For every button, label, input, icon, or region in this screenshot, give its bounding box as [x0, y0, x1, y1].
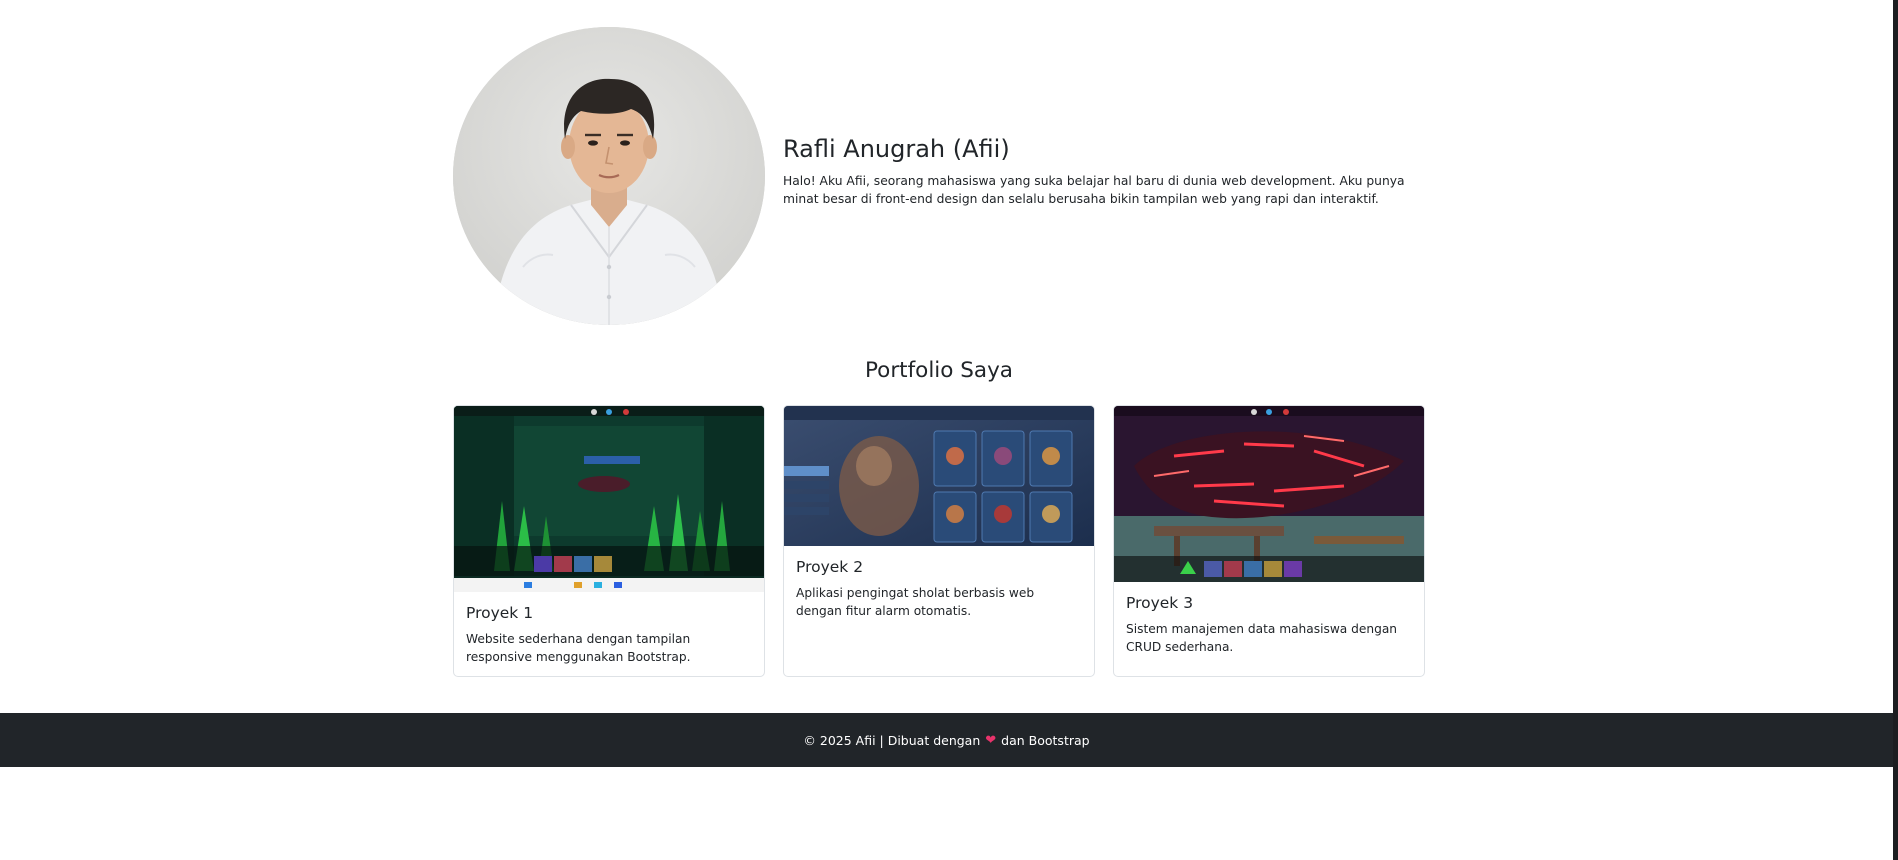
project-1-image — [454, 406, 764, 592]
card-body: Proyek 2 Aplikasi pengingat sholat berba… — [784, 546, 1094, 632]
card-title: Proyek 2 — [796, 558, 864, 576]
portfolio-title: Portfolio Saya — [864, 358, 1013, 383]
project-3-image — [1114, 406, 1424, 582]
footer: © 2025 Afii | Dibuat dengan ❤ dan Bootst… — [0, 713, 1893, 767]
profile-bio: Halo! Aku Afii, seorang mahasiswa yang s… — [783, 173, 1405, 206]
card-title: Proyek 3 — [1126, 594, 1194, 612]
profile-section: Rafli Anugrah (Afii) Halo! Aku Afii, seo… — [453, 27, 1425, 325]
card-body: Proyek 3 Sistem manajemen data mahasiswa… — [1114, 582, 1424, 668]
avatar — [453, 27, 765, 325]
project-card-3: Proyek 3 Sistem manajemen data mahasiswa… — [1113, 405, 1425, 677]
card-title: Proyek 1 — [466, 604, 534, 622]
card-text: Website sederhana dengan tampilan respon… — [466, 632, 691, 664]
card-body: Proyek 1 Website sederhana dengan tampil… — [454, 592, 764, 676]
profile-text: Rafli Anugrah (Afii) Halo! Aku Afii, seo… — [783, 135, 1423, 208]
heart-icon: ❤ — [985, 732, 997, 748]
profile-name: Rafli Anugrah (Afii) — [783, 135, 1010, 163]
footer-prefix: © 2025 Afii | Dibuat dengan — [803, 732, 981, 748]
card-text: Aplikasi pengingat sholat berbasis web d… — [796, 586, 1035, 618]
scrollbar[interactable] — [1893, 0, 1898, 860]
project-card-1: Proyek 1 Website sederhana dengan tampil… — [453, 405, 765, 677]
page: Rafli Anugrah (Afii) Halo! Aku Afii, seo… — [0, 0, 1898, 860]
project-card-2: Proyek 2 Aplikasi pengingat sholat berba… — [783, 405, 1095, 677]
avatar-photo — [453, 27, 765, 325]
footer-suffix: dan Bootstrap — [1001, 732, 1090, 748]
project-2-image — [784, 406, 1094, 546]
card-text: Sistem manajemen data mahasiswa dengan C… — [1126, 622, 1398, 654]
